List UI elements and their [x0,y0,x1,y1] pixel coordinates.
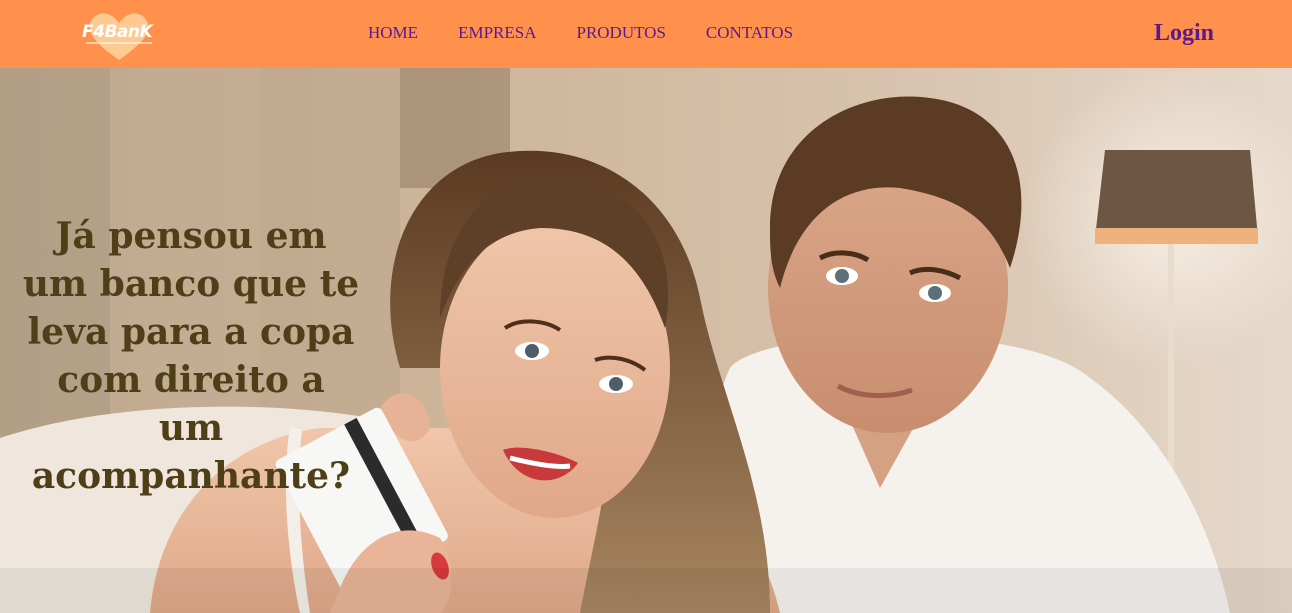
brand-logo[interactable]: F4BanK [78,10,156,62]
top-navbar: F4BanK HOME EMPRESA PRODUTOS CONTATOS Lo… [0,0,1292,68]
nav-produtos[interactable]: PRODUTOS [576,22,665,44]
logo-tagline [86,42,152,44]
hero-section: Já pensou em um banco que te leva para a… [0,68,1292,613]
hero-headline: Já pensou em um banco que te leva para a… [22,215,360,497]
nav-contatos[interactable]: CONTATOS [706,22,793,44]
nav-home[interactable]: HOME [368,22,418,44]
main-nav: HOME EMPRESA PRODUTOS CONTATOS [368,22,793,44]
logo-text: F4BanK [82,22,153,42]
login-link[interactable]: Login [1154,19,1214,47]
nav-empresa[interactable]: EMPRESA [458,22,536,44]
